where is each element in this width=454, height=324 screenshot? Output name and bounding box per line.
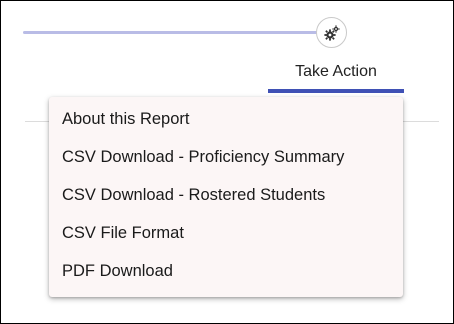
menu-item-csv-rostered-students[interactable]: CSV Download - Rostered Students (49, 176, 403, 214)
take-action-menu: About this Report CSV Download - Profici… (49, 97, 403, 297)
menu-item-pdf-download[interactable]: PDF Download (49, 252, 403, 290)
gears-icon (323, 24, 341, 42)
menu-item-about-report[interactable]: About this Report (49, 100, 403, 138)
tab-take-action-label: Take Action (295, 63, 377, 80)
settings-button[interactable] (316, 17, 347, 48)
menu-item-csv-proficiency-summary[interactable]: CSV Download - Proficiency Summary (49, 138, 403, 176)
report-panel: Take Action About this Report CSV Downlo… (0, 0, 454, 324)
slider-track[interactable] (23, 31, 319, 34)
tab-take-action[interactable]: Take Action (268, 59, 404, 93)
active-tab-indicator (268, 89, 404, 93)
menu-item-csv-file-format[interactable]: CSV File Format (49, 214, 403, 252)
